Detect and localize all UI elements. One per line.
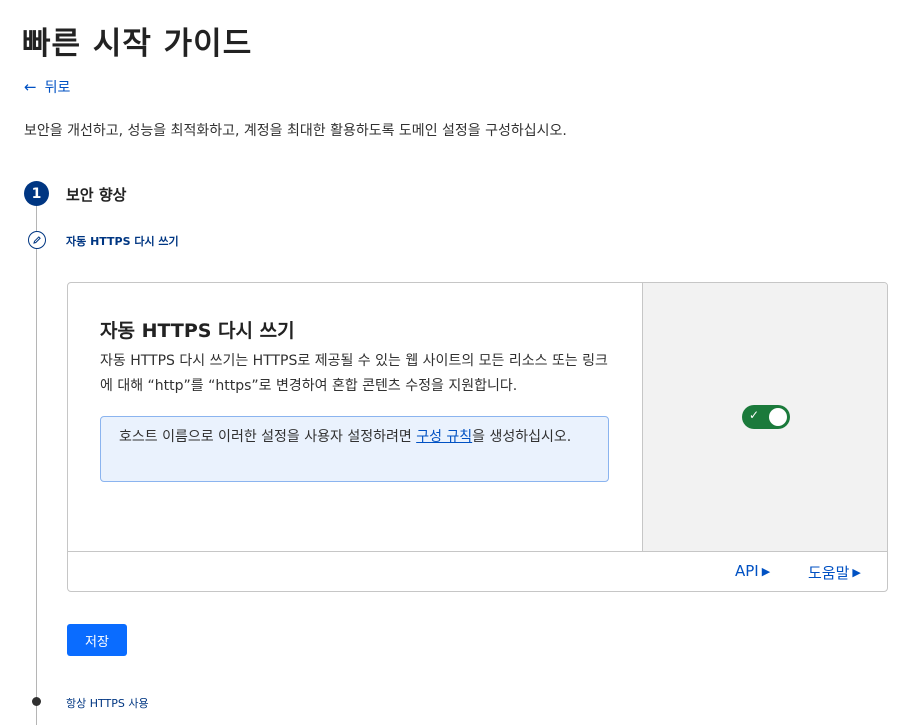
back-link[interactable]: ← 뒤로 xyxy=(24,77,70,97)
help-link-label: 도움말 xyxy=(808,564,850,582)
info-text-prefix: 호스트 이름으로 이러한 설정을 사용자 설정하려면 xyxy=(119,429,417,445)
caret-right-icon: ▶ xyxy=(761,564,771,578)
help-link[interactable]: 도움말 ▶ xyxy=(808,562,861,583)
info-callout: 호스트 이름으로 이러한 설정을 사용자 설정하려면 구성 규칙을 생성하십시오… xyxy=(100,416,609,482)
pencil-icon xyxy=(28,231,46,249)
stepper-rail xyxy=(36,205,37,725)
step-number-badge: 1 xyxy=(24,181,49,206)
api-link-label: API xyxy=(735,562,759,580)
setting-title: 자동 HTTPS 다시 쓰기 xyxy=(100,320,295,342)
arrow-left-icon: ← xyxy=(24,78,37,96)
info-text-suffix: 을 생성하십시오. xyxy=(472,429,572,445)
setting-description: 자동 HTTPS 다시 쓰기는 HTTPS로 제공될 수 있는 웹 사이트의 모… xyxy=(100,353,608,394)
save-button[interactable]: 저장 xyxy=(67,624,127,656)
checkmark-icon: ✓ xyxy=(749,408,760,422)
api-link[interactable]: API ▶ xyxy=(735,562,770,580)
configuration-rules-link[interactable]: 구성 규칙 xyxy=(416,429,472,445)
setting-card: 자동 HTTPS 다시 쓰기 자동 HTTPS 다시 쓰기는 HTTPS로 제공… xyxy=(67,282,888,592)
substep-label-current: 자동 HTTPS 다시 쓰기 xyxy=(66,235,179,248)
page-title: 빠른 시작 가이드 xyxy=(22,26,253,62)
caret-right-icon: ▶ xyxy=(852,566,861,579)
setting-control-panel: ✓ xyxy=(642,283,887,551)
auto-https-toggle[interactable]: ✓ xyxy=(742,405,790,429)
page-description: 보안을 개선하고, 성능을 최적화하고, 계정을 최대한 활용하도록 도메인 설… xyxy=(24,123,567,139)
back-label: 뒤로 xyxy=(44,80,71,96)
quick-start-page: 빠른 시작 가이드 ← 뒤로 보안을 개선하고, 성능을 최적화하고, 계정을 … xyxy=(0,0,923,725)
toggle-knob xyxy=(769,408,787,426)
setting-card-content: 자동 HTTPS 다시 쓰기 자동 HTTPS 다시 쓰기는 HTTPS로 제공… xyxy=(68,283,642,551)
setting-card-footer: API ▶ 도움말 ▶ xyxy=(68,551,887,591)
step-label-security: 보안 향상 xyxy=(66,186,127,204)
step-dot-marker xyxy=(32,697,41,706)
substep-label-next[interactable]: 항상 HTTPS 사용 xyxy=(66,695,149,711)
